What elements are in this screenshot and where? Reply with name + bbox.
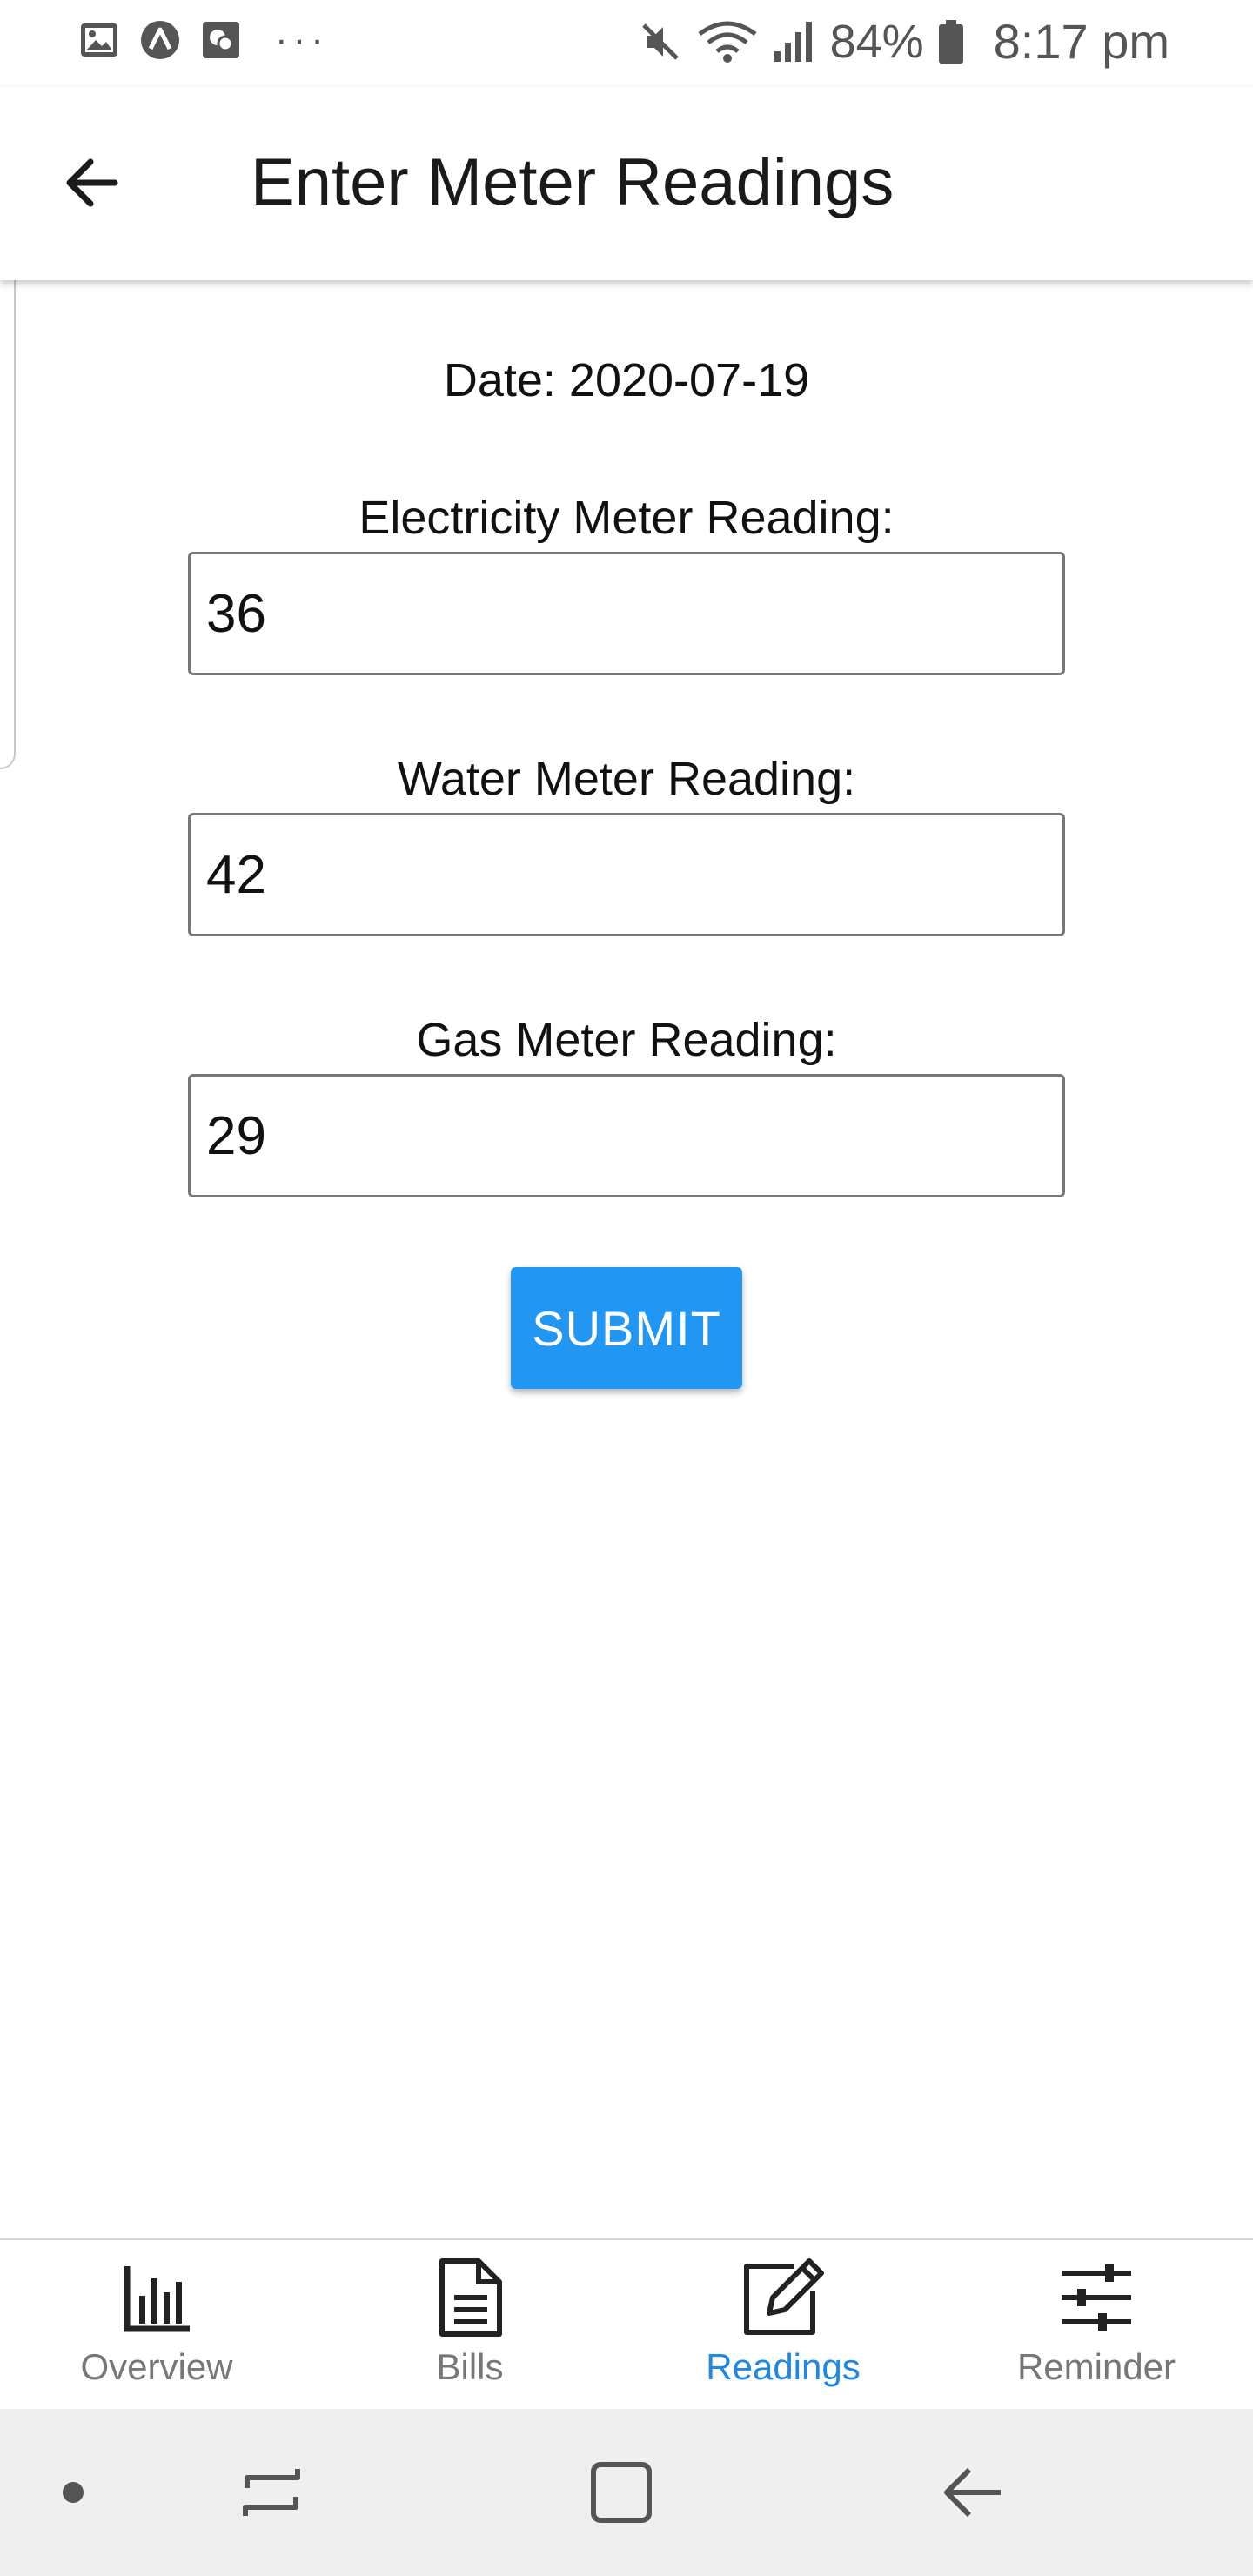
signal-icon [774, 22, 812, 62]
system-back-icon [944, 2467, 1001, 2518]
document-icon [428, 2256, 512, 2339]
recent-apps-icon [243, 2469, 300, 2516]
electricity-label: Electricity Meter Reading: [358, 492, 895, 544]
electricity-reading-input[interactable] [188, 552, 1065, 675]
nav-bills[interactable]: Bills [313, 2240, 626, 2411]
image-icon [81, 23, 117, 57]
nav-readings-label: Readings [706, 2346, 861, 2387]
dot-icon [63, 2482, 84, 2503]
nav-reminder[interactable]: Reminder [940, 2240, 1253, 2411]
status-left-icons: ··· [78, 19, 329, 61]
home-button[interactable] [578, 2449, 665, 2536]
edit-icon [741, 2256, 825, 2339]
home-icon [591, 2462, 652, 2523]
clock: 8:17 pm [993, 14, 1169, 69]
dot-button[interactable] [30, 2449, 117, 2536]
nav-bills-label: Bills [436, 2346, 504, 2387]
system-back-button[interactable] [929, 2449, 1016, 2536]
battery-icon [938, 20, 963, 64]
wifi-icon [698, 21, 757, 63]
back-button[interactable] [49, 139, 136, 226]
app-bar: Enter Meter Readings [0, 87, 1253, 280]
system-navigation-bar [0, 2409, 1253, 2576]
nav-overview-label: Overview [80, 2346, 233, 2387]
sliders-icon [1055, 2256, 1138, 2339]
water-label: Water Meter Reading: [397, 753, 856, 805]
arrow-left-icon [66, 158, 118, 207]
water-reading-input[interactable] [188, 813, 1065, 936]
mute-icon [641, 23, 679, 60]
nav-overview[interactable]: Overview [0, 2240, 313, 2411]
battery-percent: 84% [829, 16, 924, 68]
gas-label: Gas Meter Reading: [416, 1014, 837, 1066]
date-label: Date: 2020-07-19 [443, 354, 810, 406]
bottom-navigation: Overview Bills Readings Reminder [0, 2238, 1253, 2409]
bar-chart-icon [115, 2256, 198, 2339]
status-right-icons: 84% 8:17 pm [637, 16, 1169, 68]
nav-reminder-label: Reminder [1016, 2346, 1176, 2387]
gas-reading-input[interactable] [188, 1074, 1065, 1197]
page-title: Enter Meter Readings [251, 145, 895, 219]
status-bar: ··· 84% 8:17 pm [0, 0, 1253, 87]
nav-readings[interactable]: Readings [626, 2240, 940, 2411]
meter-reading-form: Date: 2020-07-19 Electricity Meter Readi… [0, 280, 1253, 2238]
submit-button[interactable]: SUBMIT [511, 1267, 742, 1389]
recent-apps-button[interactable] [228, 2449, 315, 2536]
more-notifications-icon: ··· [275, 18, 329, 61]
arc-icon [141, 21, 179, 59]
chat-icon [203, 22, 239, 58]
